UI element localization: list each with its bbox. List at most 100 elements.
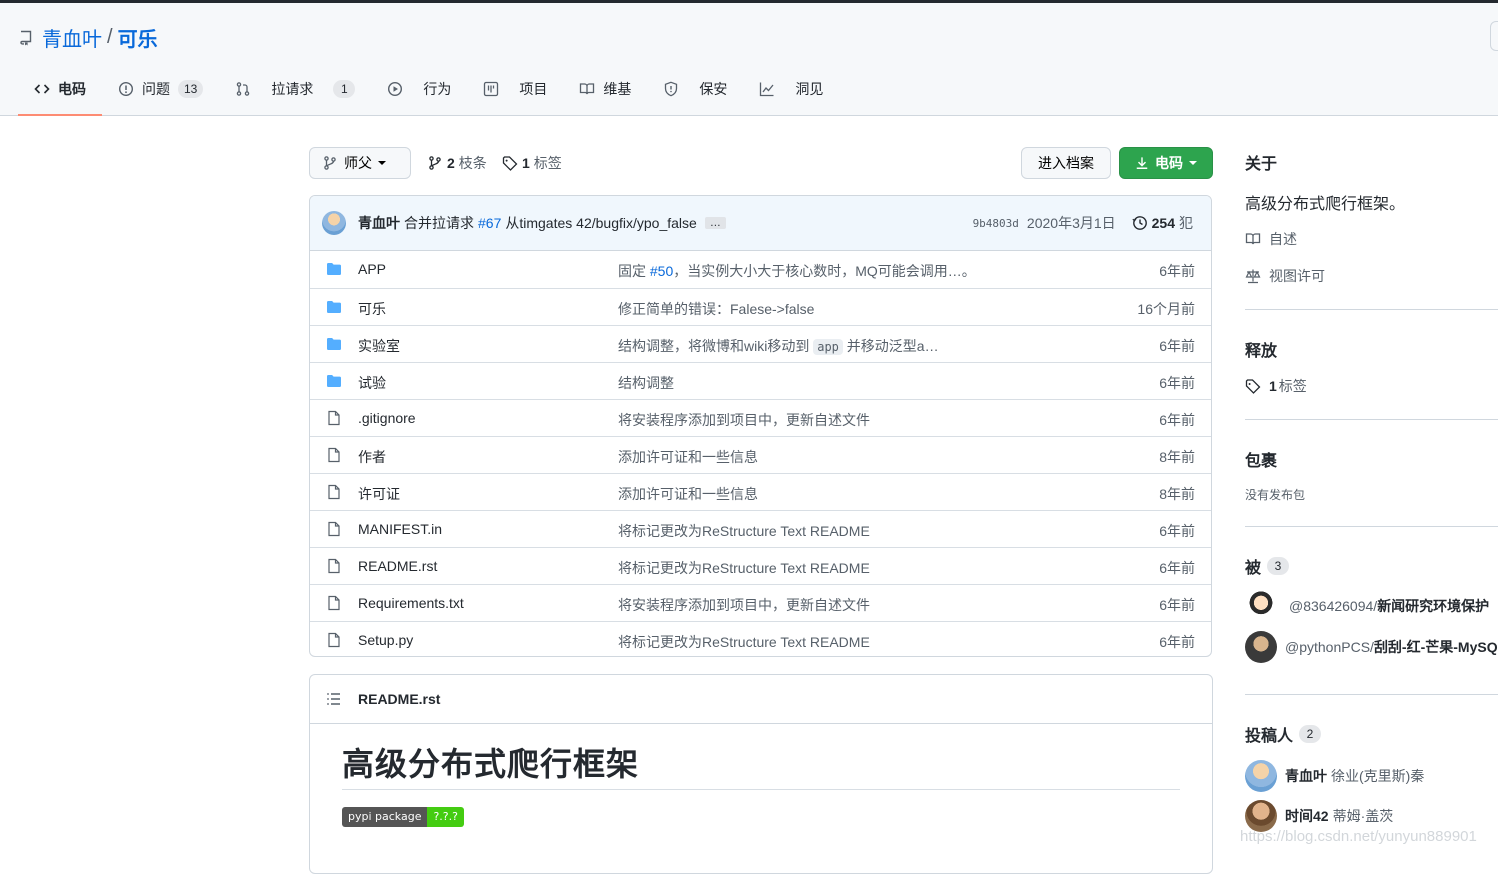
file-commit-message[interactable]: 将标记更改为ReStructure Text README (618, 521, 870, 541)
commit-message-text: 将标记更改为ReStructure Text README (618, 523, 870, 539)
file-age: 6年前 (1159, 375, 1195, 391)
fork-user: @pythonPCS (1285, 639, 1371, 655)
file-commit-message[interactable]: 添加许可证和一些信息 (618, 484, 758, 504)
commit-author-link[interactable]: 青血叶 (358, 213, 400, 233)
readme-link[interactable]: 自述 (1245, 229, 1297, 249)
packages-empty-text: 没有发布包 (1245, 488, 1306, 502)
table-row[interactable]: Setup.py 将标记更改为ReStructure Text README 6年前 (310, 621, 1211, 656)
commit-expand-button[interactable]: … (704, 217, 726, 229)
file-commit-message[interactable]: 将安装程序添加到项目中，更新自述文件 (618, 410, 870, 430)
file-name-link[interactable]: Requirements.txt (358, 595, 464, 611)
repo-separator: / (107, 26, 113, 48)
tab-pull-requests[interactable]: 拉请求 1 (219, 63, 371, 115)
archive-button[interactable]: 进入档案 (1021, 147, 1111, 179)
table-row[interactable]: Requirements.txt 将安装程序添加到项目中，更新自述文件 6年前 (310, 584, 1211, 621)
readme-filename[interactable]: README.rst (358, 691, 440, 707)
table-row[interactable]: .gitignore 将安装程序添加到项目中，更新自述文件 6年前 (310, 399, 1211, 436)
tab-label: 保安 (699, 81, 728, 97)
file-commit-message[interactable]: 将安装程序添加到项目中，更新自述文件 (618, 595, 870, 615)
file-age: 6年前 (1159, 634, 1195, 650)
releases-title[interactable]: 释放 (1245, 337, 1277, 361)
table-row[interactable]: 可乐 修正简单的错误：Falese->false 16个月前 (310, 288, 1211, 325)
book-icon (579, 81, 595, 97)
table-row[interactable]: 试验 结构调整 6年前 (310, 362, 1211, 399)
file-list: 青血叶 合并拉请求 #67 从timgates 42/bugfix/ypo_fa… (309, 195, 1212, 657)
license-link[interactable]: 视图许可 (1245, 266, 1325, 286)
tab-security[interactable]: 保安 (647, 63, 743, 115)
forks-counter: 3 (1267, 557, 1290, 575)
file-name-link[interactable]: .gitignore (358, 410, 416, 426)
code-download-button[interactable]: 电码 (1119, 147, 1213, 179)
table-row[interactable]: 实验室 结构调整，将微博和wiki移动到 app 并移动泛型a… 6年前 (310, 325, 1211, 362)
tags-count: 1 (522, 155, 530, 171)
releases-tags-link[interactable]: 1 标签 (1245, 376, 1307, 396)
chevron-down-icon (378, 161, 386, 165)
tab-label: 问题 (142, 81, 170, 97)
file-name-link[interactable]: 许可证 (358, 484, 400, 504)
file-name-link[interactable]: 试验 (358, 373, 386, 393)
file-name-link[interactable]: 实验室 (358, 336, 400, 356)
file-name-link[interactable]: MANIFEST.in (358, 521, 442, 537)
issue-icon (118, 81, 134, 97)
file-age: 6年前 (1159, 263, 1195, 279)
file-commit-message[interactable]: 结构调整，将微博和wiki移动到 app 并移动泛型a… (618, 336, 939, 356)
table-row[interactable]: 许可证 添加许可证和一些信息 8年前 (310, 473, 1211, 510)
contributor-name: 徐业(克里斯)秦 (1331, 768, 1425, 784)
file-name-link[interactable]: Setup.py (358, 632, 413, 648)
commit-sha-link[interactable]: 9b4803d (973, 217, 1019, 230)
file-name-link[interactable]: 作者 (358, 447, 386, 467)
file-commit-message[interactable]: 固定 #50，当实例大小大于核心数时，MQ可能会调用…。 (618, 261, 976, 281)
table-row[interactable]: MANIFEST.in 将标记更改为ReStructure Text README… (310, 510, 1211, 547)
about-description: 高级分布式爬行框架。 (1245, 196, 1406, 213)
file-icon (326, 632, 342, 648)
tab-projects[interactable]: 项目 (467, 63, 563, 115)
file-commit-message[interactable]: 添加许可证和一些信息 (618, 447, 758, 467)
fork-item[interactable]: @836426094 / 新闻研究环境保护 (1245, 590, 1489, 622)
tag-icon (1245, 378, 1261, 394)
commit-pr-link[interactable]: #67 (478, 215, 501, 231)
branch-select-button[interactable]: 师父 (309, 147, 411, 179)
table-row[interactable]: 作者 添加许可证和一些信息 8年前 (310, 436, 1211, 473)
contributor-item[interactable]: 青血叶 徐业(克里斯)秦 (1245, 760, 1424, 792)
commits-count: 254 (1151, 215, 1175, 231)
contributor-name: 蒂姆·盖茨 (1332, 808, 1394, 824)
table-row[interactable]: README.rst 将标记更改为ReStructure Text README 6… (310, 547, 1211, 584)
file-commit-message[interactable]: 将标记更改为ReStructure Text README (618, 632, 870, 652)
issue-link[interactable]: #50 (650, 263, 673, 279)
tab-label: 拉请求 (271, 81, 314, 97)
packages-title[interactable]: 包裹 (1245, 447, 1277, 471)
tab-issues[interactable]: 问题 13 (102, 63, 219, 115)
tab-actions[interactable]: 行为 (371, 63, 467, 115)
repo-header: 青血叶 / 可乐 电码 问题 13 拉请求 1 行为 项目 维基 保安 洞见 (0, 3, 1498, 116)
branch-name: 师父 (344, 155, 372, 171)
file-age: 8年前 (1159, 486, 1195, 502)
header-edge-button[interactable] (1490, 21, 1498, 51)
file-name-link[interactable]: APP (358, 261, 386, 277)
file-commit-message[interactable]: 结构调整 (618, 373, 674, 393)
commit-message-branch[interactable]: 从timgates 42/bugfix/ypo_false (505, 213, 696, 233)
forks-section-title[interactable]: 被 3 (1245, 554, 1290, 578)
list-icon[interactable] (326, 691, 342, 707)
file-rows: APP 固定 #50，当实例大小大于核心数时，MQ可能会调用…。 6年前 可乐 修正简单… (310, 251, 1211, 656)
avatar[interactable] (322, 211, 346, 235)
tags-link[interactable]: 1 标签 (502, 153, 562, 173)
contributors-title: 投稿人 (1245, 728, 1294, 745)
table-row[interactable]: APP 固定 #50，当实例大小大于核心数时，MQ可能会调用…。 6年前 (310, 251, 1211, 288)
file-icon (326, 410, 342, 426)
pypi-badge[interactable]: pypi package ?.?.? (342, 807, 464, 827)
tab-wiki[interactable]: 维基 (563, 63, 647, 115)
tab-code[interactable]: 电码 (18, 63, 102, 116)
file-name-link[interactable]: 可乐 (358, 299, 386, 319)
tab-insights[interactable]: 洞见 (743, 63, 839, 115)
file-name-link[interactable]: README.rst (358, 558, 437, 574)
repo-name-link[interactable]: 可乐 (118, 23, 158, 52)
fork-item[interactable]: @pythonPCS / 刮刮-红-芒果-MySQ (1245, 631, 1498, 663)
file-commit-message[interactable]: 将标记更改为ReStructure Text README (618, 558, 870, 578)
commit-message[interactable]: 合并拉请求 (404, 213, 474, 233)
branches-label: 枝条 (458, 155, 487, 171)
contributors-section-title[interactable]: 投稿人 2 (1245, 722, 1322, 746)
repo-owner-link[interactable]: 青血叶 (42, 23, 102, 52)
file-commit-message[interactable]: 修正简单的错误：Falese->false (618, 299, 814, 319)
commits-history-link[interactable]: 254 犯 (1132, 213, 1193, 233)
branches-link[interactable]: 2 枝条 (427, 153, 487, 173)
